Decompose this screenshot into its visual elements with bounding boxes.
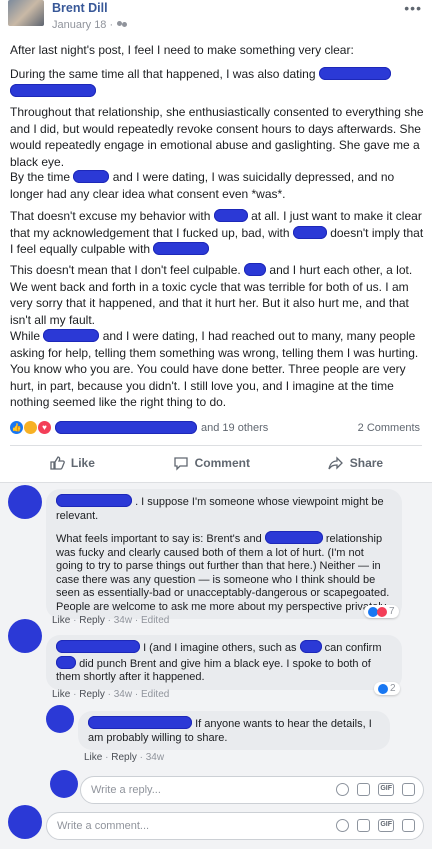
like-reaction-icon [378, 683, 388, 694]
comment-text: can confirm [324, 642, 382, 654]
post-paragraph-5: That doesn't excuse my behavior with at … [10, 208, 424, 258]
comment-bubble: . I suppose I'm someone whose viewpoint … [46, 489, 402, 619]
share-button[interactable]: Share [328, 455, 383, 471]
comments-section: . I suppose I'm someone whose viewpoint … [0, 483, 432, 849]
comment-input-icons: GIF [336, 819, 415, 832]
gif-icon[interactable]: GIF [378, 783, 394, 796]
paragraph-text: By the time [10, 170, 71, 184]
current-user-avatar [8, 805, 42, 839]
comment-time[interactable]: 34w [114, 615, 132, 626]
post-paragraph-6: This doesn't mean that I don't feel culp… [10, 262, 424, 328]
comment-input[interactable]: Write a comment... GIF [46, 812, 424, 840]
reply-placeholder: Write a reply... [91, 784, 161, 796]
reaction-count: 7 [389, 606, 395, 617]
redaction-scribble [244, 263, 267, 276]
comment-edited: Edited [140, 615, 170, 626]
paragraph-text: This doesn't mean that I don't feel culp… [10, 263, 241, 277]
camera-icon[interactable] [357, 819, 371, 832]
thumbs-up-icon [50, 455, 65, 470]
comment-like-link[interactable]: Like [52, 615, 70, 626]
sad-reaction-icon [24, 421, 37, 434]
paragraph-text: During the same time all that happened, … [10, 67, 316, 81]
share-label: Share [349, 455, 384, 470]
redaction-scribble [318, 67, 391, 80]
love-reaction-icon: ♥ [38, 421, 51, 434]
post-paragraph-4: By the time and I were dating, I was sui… [10, 169, 424, 202]
comment-bubble-icon [173, 456, 188, 471]
redaction-scribble [264, 531, 323, 544]
emoji-icon[interactable] [336, 783, 350, 796]
post-meta: January 18 · [52, 19, 128, 31]
comment-text: What feels important to say is: Brent's … [56, 533, 262, 545]
redaction-scribble [213, 209, 248, 222]
post-paragraph-7: While and I were dating, I had reached o… [10, 328, 424, 411]
comment-label: Comment [194, 455, 250, 470]
post-paragraph-2: During the same time all that happened, … [10, 66, 424, 99]
comment-reaction-badge[interactable]: 2 [374, 682, 400, 695]
redaction-scribble [10, 83, 96, 97]
comments-count-link[interactable]: 2 Comments [358, 422, 420, 434]
redaction-scribble [55, 421, 197, 434]
reply-time[interactable]: 34w [146, 752, 164, 763]
emoji-icon[interactable] [336, 819, 350, 832]
comment-reply-link[interactable]: Reply [79, 615, 105, 626]
comment-text: did punch Brent and give him a black eye… [56, 657, 371, 684]
comment-actions: Like · Reply · 34w · Edited [52, 615, 170, 626]
reply-input-icons: GIF [336, 783, 415, 796]
reaction-count: 2 [390, 683, 396, 694]
redaction-scribble [43, 329, 100, 342]
comment-text: I (and I imagine others, such as [143, 642, 297, 654]
comment-edited: Edited [140, 689, 170, 700]
post-action-bar: Like Comment Share [10, 445, 422, 479]
sticker-icon[interactable] [402, 783, 415, 796]
comment-button[interactable]: Comment [173, 455, 250, 471]
gif-icon[interactable]: GIF [378, 819, 394, 832]
post-paragraph-3: Throughout that relationship, she enthus… [10, 105, 424, 169]
comment-reply-link[interactable]: Reply [79, 689, 105, 700]
camera-icon[interactable] [357, 783, 371, 796]
paragraph-text: While [10, 329, 41, 343]
commenter-avatar[interactable] [8, 485, 42, 519]
redaction-scribble [153, 242, 210, 255]
reactions-text[interactable]: and 19 others [201, 422, 268, 434]
post-card: Brent Dill January 18 · ••• After last n… [0, 0, 432, 483]
redaction-scribble [73, 170, 110, 183]
reaction-summary[interactable]: 👍 ♥ and 19 others [10, 421, 268, 434]
redaction-scribble [88, 716, 192, 729]
reply-reply-link[interactable]: Reply [111, 752, 137, 763]
reply-input[interactable]: Write a reply... GIF [80, 776, 424, 804]
comment-placeholder: Write a comment... [57, 820, 150, 832]
more-options-button[interactable]: ••• [404, 0, 422, 16]
comment-reaction-badge[interactable]: 7 [364, 605, 399, 618]
author-avatar[interactable] [8, 0, 44, 26]
post-paragraph-1: After last night's post, I feel I need t… [10, 43, 354, 57]
redaction-scribble [292, 225, 327, 239]
comment-time[interactable]: 34w [114, 689, 132, 700]
love-reaction-icon [377, 606, 387, 617]
reply-actions: Like · Reply · 34w [84, 752, 165, 763]
like-label: Like [70, 455, 95, 470]
share-arrow-icon [328, 455, 343, 470]
friends-audience-icon [117, 20, 128, 30]
redaction-scribble [56, 494, 132, 507]
comment-actions: Like · Reply · 34w · Edited [52, 689, 170, 700]
reply-like-link[interactable]: Like [84, 752, 102, 763]
sticker-icon[interactable] [402, 819, 415, 832]
replier-avatar[interactable] [46, 705, 74, 733]
redaction-scribble [56, 640, 140, 653]
commenter-avatar[interactable] [8, 619, 42, 653]
redaction-scribble [299, 640, 322, 653]
comment-like-link[interactable]: Like [52, 689, 70, 700]
post-date[interactable]: January 18 · [52, 19, 113, 31]
redaction-scribble [56, 655, 76, 669]
like-button[interactable]: Like [49, 455, 95, 471]
paragraph-text: That doesn't excuse my behavior with [10, 209, 211, 223]
like-reaction-icon: 👍 [10, 421, 23, 434]
comment-bubble: I (and I imagine others, such as can con… [46, 635, 402, 690]
current-user-avatar [50, 770, 78, 798]
author-name[interactable]: Brent Dill [52, 1, 108, 15]
reply-bubble: If anyone wants to hear the details, I a… [78, 711, 390, 750]
